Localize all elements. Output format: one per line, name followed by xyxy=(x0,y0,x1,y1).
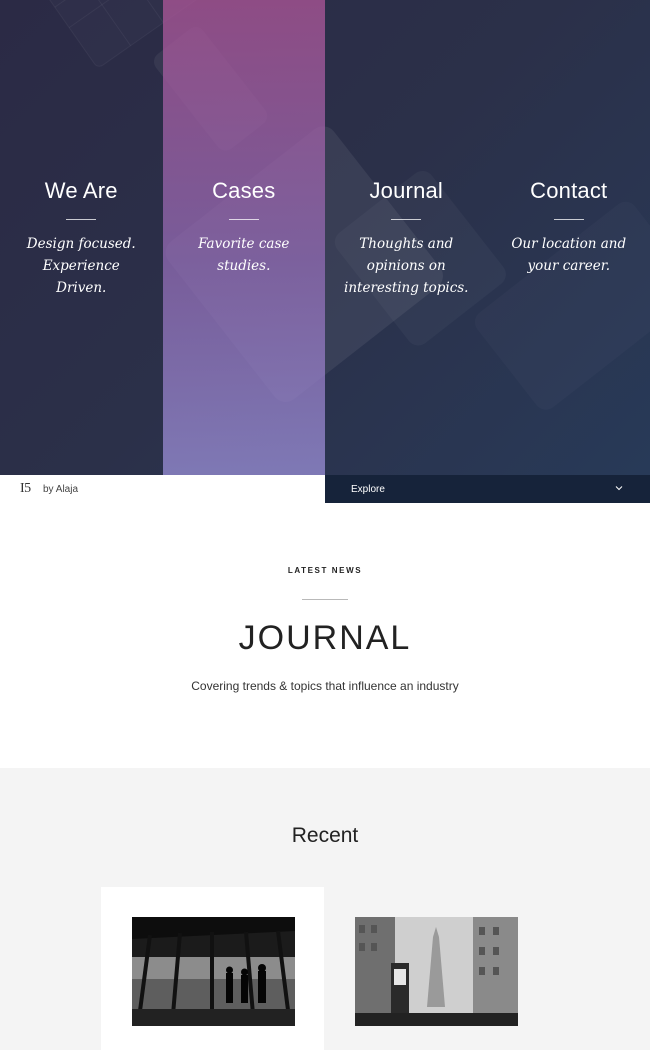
column-subtitle: Thoughts and opinions on interesting top… xyxy=(337,233,476,299)
city-street-photo[interactable] xyxy=(355,917,518,1026)
column-subtitle: Our location and your career. xyxy=(502,233,637,277)
explore-label: Explore xyxy=(351,484,385,495)
recent-title: Recent xyxy=(0,824,650,848)
hero-column-we-are[interactable]: We Are Design focused. Experience Driven… xyxy=(0,0,163,475)
hero-column-cases[interactable]: Cases Favorite case studies. xyxy=(163,0,326,475)
office-window-silhouettes-photo[interactable] xyxy=(132,917,295,1026)
divider xyxy=(391,219,421,220)
divider xyxy=(554,219,584,220)
divider xyxy=(229,219,259,220)
column-title: Cases xyxy=(163,178,326,204)
column-subtitle: Design focused. Experience Driven. xyxy=(18,233,145,299)
hero-section: We Are Design focused. Experience Driven… xyxy=(0,0,650,475)
hero-column-contact[interactable]: Contact Our location and your career. xyxy=(488,0,650,475)
column-title: Journal xyxy=(325,178,488,204)
kicker-divider xyxy=(302,599,348,600)
divider xyxy=(66,219,96,220)
site-logo[interactable]: I5 xyxy=(20,481,31,497)
chevron-down-icon xyxy=(614,483,624,493)
post-card[interactable] xyxy=(324,887,547,1057)
page-title: JOURNAL xyxy=(0,619,650,658)
page-subtitle: Covering trends & topics that influence … xyxy=(0,679,650,693)
post-card[interactable] xyxy=(101,887,324,1057)
hero-column-journal[interactable]: Journal Thoughts and opinions on interes… xyxy=(325,0,488,475)
column-title: Contact xyxy=(488,178,650,204)
explore-dropdown[interactable]: Explore xyxy=(325,475,650,503)
byline: by Alaja xyxy=(43,484,78,495)
column-title: We Are xyxy=(0,178,163,204)
column-subtitle: Favorite case studies. xyxy=(173,233,316,277)
section-kicker: LATEST NEWS xyxy=(0,566,650,575)
